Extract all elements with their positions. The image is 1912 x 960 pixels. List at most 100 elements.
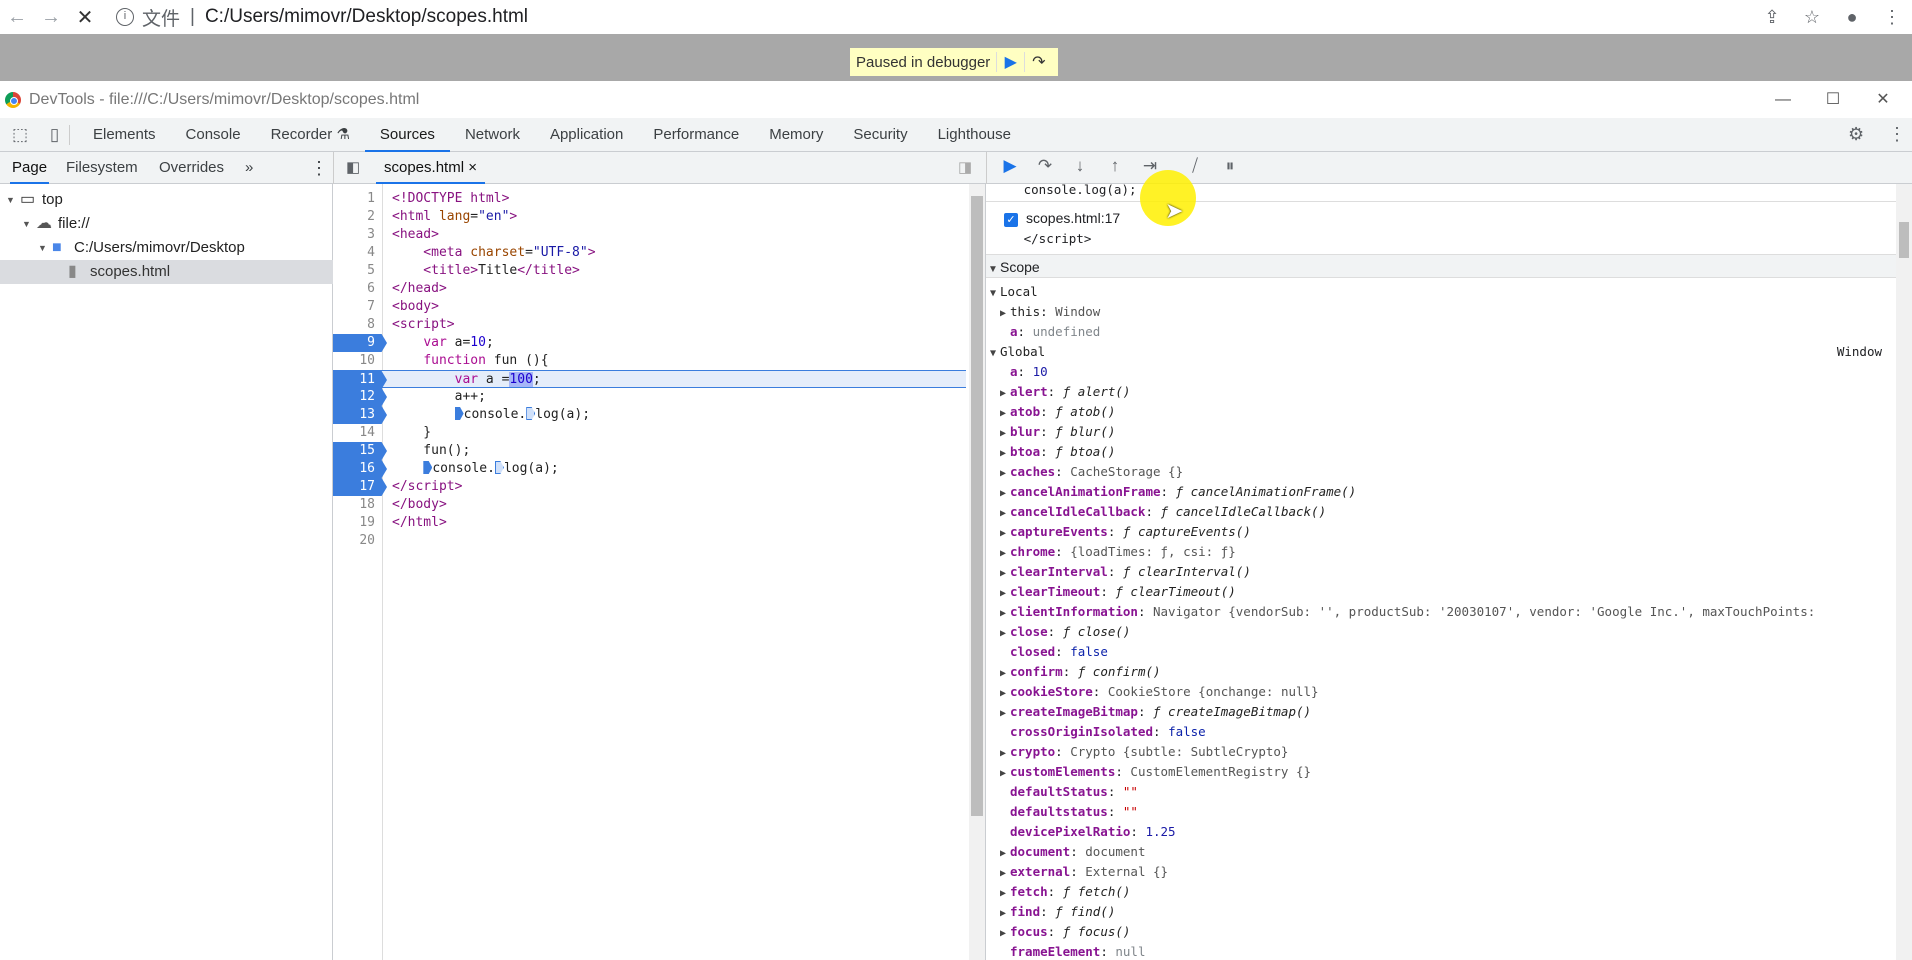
tab-lighthouse[interactable]: Lighthouse: [923, 118, 1026, 152]
expand-triangle-icon[interactable]: ▶: [996, 464, 1010, 484]
tab-performance[interactable]: Performance: [638, 118, 754, 152]
collapse-triangle-icon[interactable]: ▼: [986, 258, 1000, 282]
expand-triangle-icon[interactable]: ▶: [996, 704, 1010, 724]
info-icon[interactable]: i: [116, 8, 134, 26]
expand-arrow-icon[interactable]: ▼: [38, 236, 52, 260]
scope-property[interactable]: ▶ btoa: ƒ btoa(): [986, 442, 1896, 462]
nav-tab-overrides[interactable]: Overrides: [159, 152, 224, 184]
navigator-menu-icon[interactable]: ⋮: [310, 152, 328, 184]
line-number[interactable]: 14: [333, 424, 381, 442]
scope-property[interactable]: ▶ cookieStore: CookieStore {onchange: nul…: [986, 682, 1896, 702]
scope-property[interactable]: ▶ close: ƒ close(): [986, 622, 1896, 642]
scope-property[interactable]: ▶ clientInformation: Navigator {vendorSub…: [986, 602, 1896, 622]
scope-property[interactable]: ▶ clearTimeout: ƒ clearTimeout(): [986, 582, 1896, 602]
scope-property[interactable]: ▶ alert: ƒ alert(): [986, 382, 1896, 402]
scope-property[interactable]: ▶ cancelIdleCallback: ƒ cancelIdleCallbac…: [986, 502, 1896, 522]
tree-item[interactable]: ▼ ☁ file://: [0, 212, 333, 236]
tab-sources[interactable]: Sources: [364, 118, 450, 152]
scope-property[interactable]: defaultstatus: "": [986, 802, 1896, 822]
expand-triangle-icon[interactable]: ▶: [996, 864, 1010, 884]
expand-triangle-icon[interactable]: ▶: [996, 744, 1010, 764]
scope-property[interactable]: ▶ blur: ƒ blur(): [986, 422, 1896, 442]
expand-arrow-icon[interactable]: ▼: [6, 188, 20, 212]
scope-property[interactable]: devicePixelRatio: 1.25: [986, 822, 1896, 842]
scope-property[interactable]: ▶ caches: CacheStorage {}: [986, 462, 1896, 482]
scope-property[interactable]: a: 10: [986, 362, 1896, 382]
breakpoint-marker[interactable]: 17: [333, 478, 387, 496]
share-icon[interactable]: ⇪: [1752, 7, 1792, 28]
line-number[interactable]: 18: [333, 496, 381, 514]
line-number[interactable]: 7: [333, 298, 381, 316]
resume-icon[interactable]: ▶: [995, 156, 1025, 176]
line-number[interactable]: 3: [333, 226, 381, 244]
scope-property[interactable]: ▶ cancelAnimationFrame: ƒ cancelAnimation…: [986, 482, 1896, 502]
scope-property[interactable]: ▶ this: Window: [986, 302, 1896, 322]
scrollbar-thumb[interactable]: [971, 196, 983, 816]
scope-property[interactable]: ▶ focus: ƒ focus(): [986, 922, 1896, 942]
expand-triangle-icon[interactable]: ▶: [996, 884, 1010, 904]
url-text[interactable]: C:/Users/mimovr/Desktop/scopes.html: [205, 6, 528, 28]
line-number[interactable]: 2: [333, 208, 381, 226]
scope-property[interactable]: ▶ fetch: ƒ fetch(): [986, 882, 1896, 902]
code-editor[interactable]: 1 <!DOCTYPE html> 2 <html lang="en"> 3 <head>…: [333, 184, 986, 960]
breakpoint-marker[interactable]: 16: [333, 460, 387, 478]
expand-triangle-icon[interactable]: ▶: [996, 304, 1010, 324]
back-button[interactable]: ←: [0, 6, 34, 29]
expand-triangle-icon[interactable]: ▶: [996, 444, 1010, 464]
profile-avatar[interactable]: ●: [1832, 7, 1872, 28]
scope-property[interactable]: ▶ crypto: Crypto {subtle: SubtleCrypto}: [986, 742, 1896, 762]
tab-recorder[interactable]: Recorder ⚗: [256, 118, 365, 152]
scope-property[interactable]: ▶ createImageBitmap: ƒ createImageBitmap(…: [986, 702, 1896, 722]
expand-triangle-icon[interactable]: ▶: [996, 404, 1010, 424]
device-toolbar-icon[interactable]: ▯: [40, 124, 70, 145]
nav-tab-page[interactable]: Page: [10, 152, 50, 184]
scope-property[interactable]: ▶ confirm: ƒ confirm(): [986, 662, 1896, 682]
minimize-button[interactable]: —: [1760, 81, 1806, 118]
local-scope-header[interactable]: ▼ Local: [986, 282, 1896, 302]
step-into-icon[interactable]: ↓: [1065, 156, 1095, 176]
global-scope-header[interactable]: ▼ Global Window: [986, 342, 1896, 362]
step-over-icon[interactable]: ↷: [1024, 52, 1052, 72]
tree-item[interactable]: ▼ ■ C:/Users/mimovr/Desktop: [0, 236, 333, 260]
expand-triangle-icon[interactable]: ▶: [996, 424, 1010, 444]
inline-breakpoint-icon[interactable]: [494, 461, 504, 474]
scope-property[interactable]: a: undefined: [986, 322, 1896, 342]
stop-button[interactable]: ✕: [68, 5, 102, 30]
scope-property[interactable]: ▶ document: document: [986, 842, 1896, 862]
close-window-button[interactable]: ✕: [1860, 81, 1906, 118]
breakpoint-marker[interactable]: 12: [333, 388, 387, 406]
expand-triangle-icon[interactable]: ▶: [996, 504, 1010, 524]
scrollbar-thumb[interactable]: [1899, 222, 1909, 258]
breakpoint-marker[interactable]: 9: [333, 334, 387, 352]
line-number[interactable]: 10: [333, 352, 381, 370]
toggle-debugger-icon[interactable]: ◨: [958, 152, 972, 184]
expand-triangle-icon[interactable]: ▶: [996, 524, 1010, 544]
tab-elements[interactable]: Elements: [78, 118, 171, 152]
address-bar[interactable]: i 文件 | C:/Users/mimovr/Desktop/scopes.ht…: [116, 2, 1752, 32]
expand-triangle-icon[interactable]: ▶: [996, 924, 1010, 944]
more-tabs-chevron-icon[interactable]: »: [245, 152, 253, 184]
scope-header[interactable]: ▼ Scope: [986, 254, 1896, 278]
expand-triangle-icon[interactable]: ▶: [996, 584, 1010, 604]
menu-icon[interactable]: ⋮: [1872, 7, 1912, 28]
breakpoint-marker[interactable]: 15: [333, 442, 387, 460]
tree-item[interactable]: ▼ ▭ top: [0, 188, 333, 212]
line-number[interactable]: 20: [333, 532, 381, 550]
breakpoint-marker[interactable]: 13: [333, 406, 387, 424]
scope-property[interactable]: ▶ find: ƒ find(): [986, 902, 1896, 922]
expand-triangle-icon[interactable]: ▶: [996, 484, 1010, 504]
expand-triangle-icon[interactable]: ▶: [996, 664, 1010, 684]
line-number[interactable]: 8: [333, 316, 381, 334]
close-tab-icon[interactable]: ×: [468, 159, 477, 176]
breakpoint-marker[interactable]: 11: [333, 371, 387, 389]
forward-button[interactable]: →: [34, 6, 68, 29]
scope-property[interactable]: ▶ chrome: {loadTimes: ƒ, csi: ƒ}: [986, 542, 1896, 562]
inspect-element-icon[interactable]: ⬚: [0, 125, 40, 145]
nav-tab-filesystem[interactable]: Filesystem: [66, 152, 138, 184]
expand-triangle-icon[interactable]: ▶: [996, 384, 1010, 404]
scope-property[interactable]: closed: false: [986, 642, 1896, 662]
tab-console[interactable]: Console: [171, 118, 256, 152]
expand-triangle-icon[interactable]: ▶: [996, 904, 1010, 924]
expand-triangle-icon[interactable]: ▶: [996, 844, 1010, 864]
line-number[interactable]: 1: [333, 190, 381, 208]
